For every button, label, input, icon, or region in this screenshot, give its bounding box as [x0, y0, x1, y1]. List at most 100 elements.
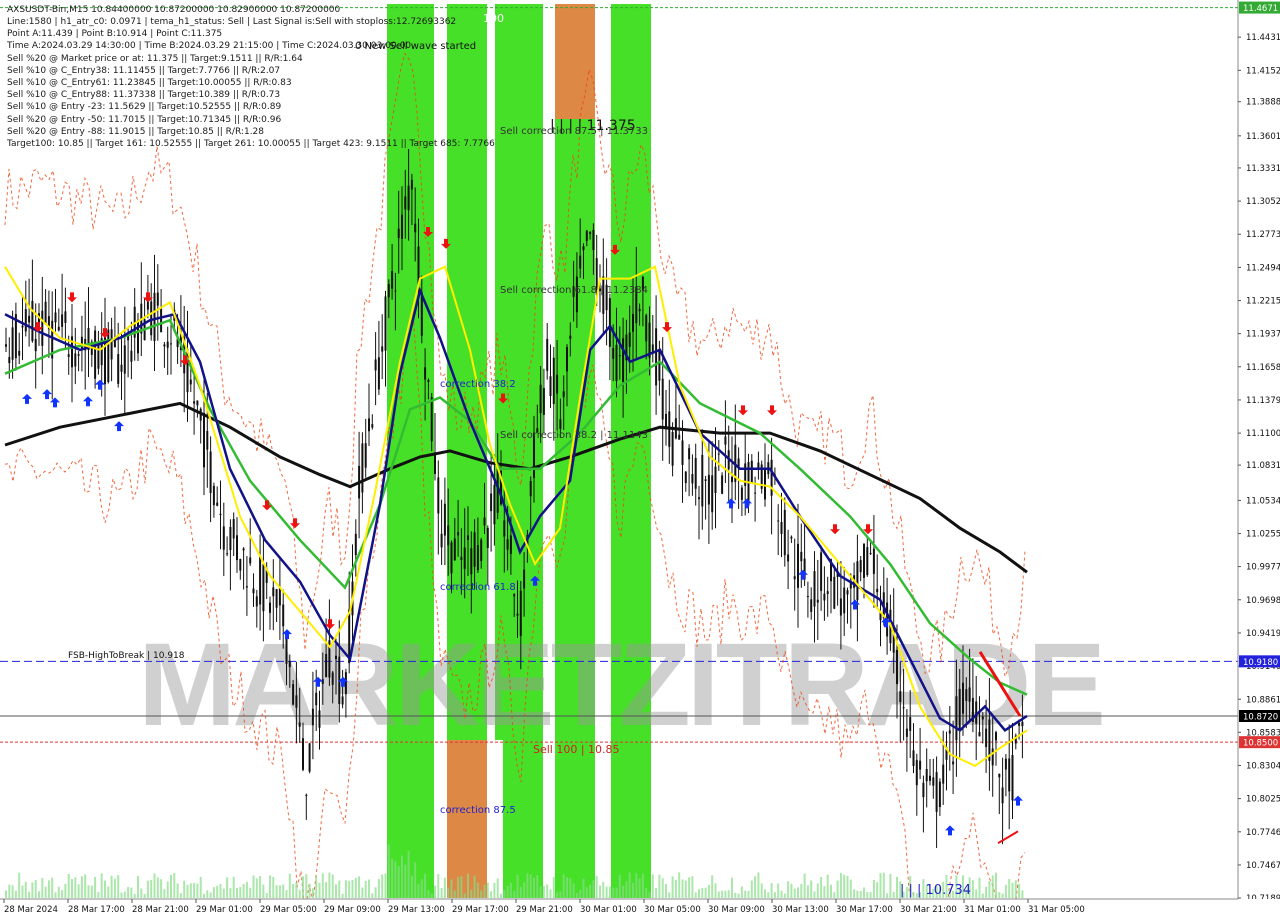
candle-body [31, 300, 34, 342]
volume-bar [513, 890, 516, 898]
candle-body [226, 553, 229, 555]
candle-body [810, 599, 813, 612]
candle-body [193, 401, 196, 404]
volume-bar [401, 855, 403, 898]
candle-body [391, 270, 394, 289]
volume-bar [882, 872, 885, 898]
candle-body [566, 346, 568, 372]
candle-body [938, 781, 941, 808]
candle-body [67, 354, 70, 357]
candle-body [255, 596, 258, 607]
candle-body [97, 342, 100, 369]
candle-body [387, 284, 390, 298]
volume-bar [806, 885, 809, 898]
volume-bar [407, 850, 410, 898]
volume-bar [503, 889, 506, 898]
volume-bar [803, 873, 806, 898]
volume-bar [552, 877, 555, 898]
volume-bar [341, 893, 344, 898]
candle-body [447, 525, 450, 546]
volume-bar [876, 882, 879, 898]
candle-body [800, 551, 803, 562]
candle-body [354, 533, 357, 556]
candle-body [74, 353, 77, 367]
candle-body [123, 345, 126, 374]
low-label: | | | 10.734 [900, 883, 971, 898]
volume-bar [839, 872, 842, 898]
candle-body [77, 354, 80, 356]
info-line: Target100: 10.85 || Target 161: 10.52555… [7, 139, 495, 149]
volume-bar [981, 893, 984, 898]
volume-bar [173, 872, 176, 898]
candle-body [991, 748, 994, 766]
info-line: Sell %10 @ Entry -23: 11.5629 || Target:… [7, 102, 282, 113]
candle-body [344, 672, 347, 695]
candle-body [222, 526, 225, 550]
volume-bar [612, 887, 615, 898]
volume-bar [562, 874, 565, 898]
volume-bar [410, 875, 413, 898]
volume-bar [100, 873, 103, 898]
volume-bar [1018, 883, 1021, 898]
info-line: Point A:11.439 | Point B:10.914 | Point … [7, 29, 223, 40]
candle-body [783, 509, 786, 556]
volume-bar [351, 879, 354, 898]
volume-bar [236, 887, 238, 898]
x-tick-label: 29 Mar 17:00 [452, 905, 509, 915]
volume-bar [816, 883, 819, 898]
candle-body [427, 379, 430, 382]
volume-bar [457, 877, 460, 898]
y-tick-label: 11.0534 [1246, 496, 1280, 506]
candle-body [658, 349, 661, 381]
volume-bar [153, 873, 156, 898]
volume-bar [272, 876, 275, 898]
volume-bar [5, 890, 7, 898]
candle-body [701, 454, 704, 507]
volume-bar [325, 882, 328, 898]
candle-body [958, 688, 961, 730]
volume-bar [780, 890, 783, 898]
volume-bar [107, 886, 110, 898]
candle-body [80, 336, 83, 349]
candle-body [948, 730, 951, 734]
volume-bar [344, 880, 347, 898]
y-tick-label: 11.0831 [1246, 461, 1280, 471]
volume-bar [44, 886, 47, 898]
volume-bar [846, 875, 849, 898]
candle-body [245, 586, 248, 588]
candle-body [440, 533, 443, 548]
volume-bar [239, 887, 242, 898]
candle-body [714, 466, 717, 493]
zone-gap [487, 740, 503, 898]
volume-bar [773, 892, 776, 898]
candle-body [137, 320, 139, 354]
y-tick-label: 10.7467 [1246, 861, 1280, 871]
volume-bar [262, 884, 265, 898]
candle-body [529, 481, 532, 497]
candle-body [476, 545, 479, 571]
price-tag-label: 10.8500 [1243, 739, 1278, 749]
volume-bar [430, 893, 433, 898]
candle-body [302, 738, 304, 770]
candle-body [678, 434, 681, 440]
candle-body [859, 560, 862, 573]
candle-body [896, 649, 898, 684]
volume-bar [209, 892, 212, 898]
volume-bar [995, 872, 997, 898]
signal-zone [503, 4, 543, 898]
volume-bar [516, 874, 519, 898]
volume-bar [737, 893, 740, 898]
volume-bar [787, 881, 790, 898]
volume-bar [635, 873, 638, 898]
volume-bar [374, 887, 377, 898]
volume-bar [199, 876, 202, 898]
candle-body [219, 513, 222, 516]
candle-body [552, 357, 555, 405]
volume-bar [242, 883, 245, 898]
signal-zone [611, 4, 651, 898]
volume-bar [793, 888, 796, 898]
volume-bar [645, 887, 648, 898]
candle-body [335, 655, 337, 660]
x-tick-label: 28 Mar 2024 [4, 905, 58, 915]
candle-body [259, 555, 262, 605]
